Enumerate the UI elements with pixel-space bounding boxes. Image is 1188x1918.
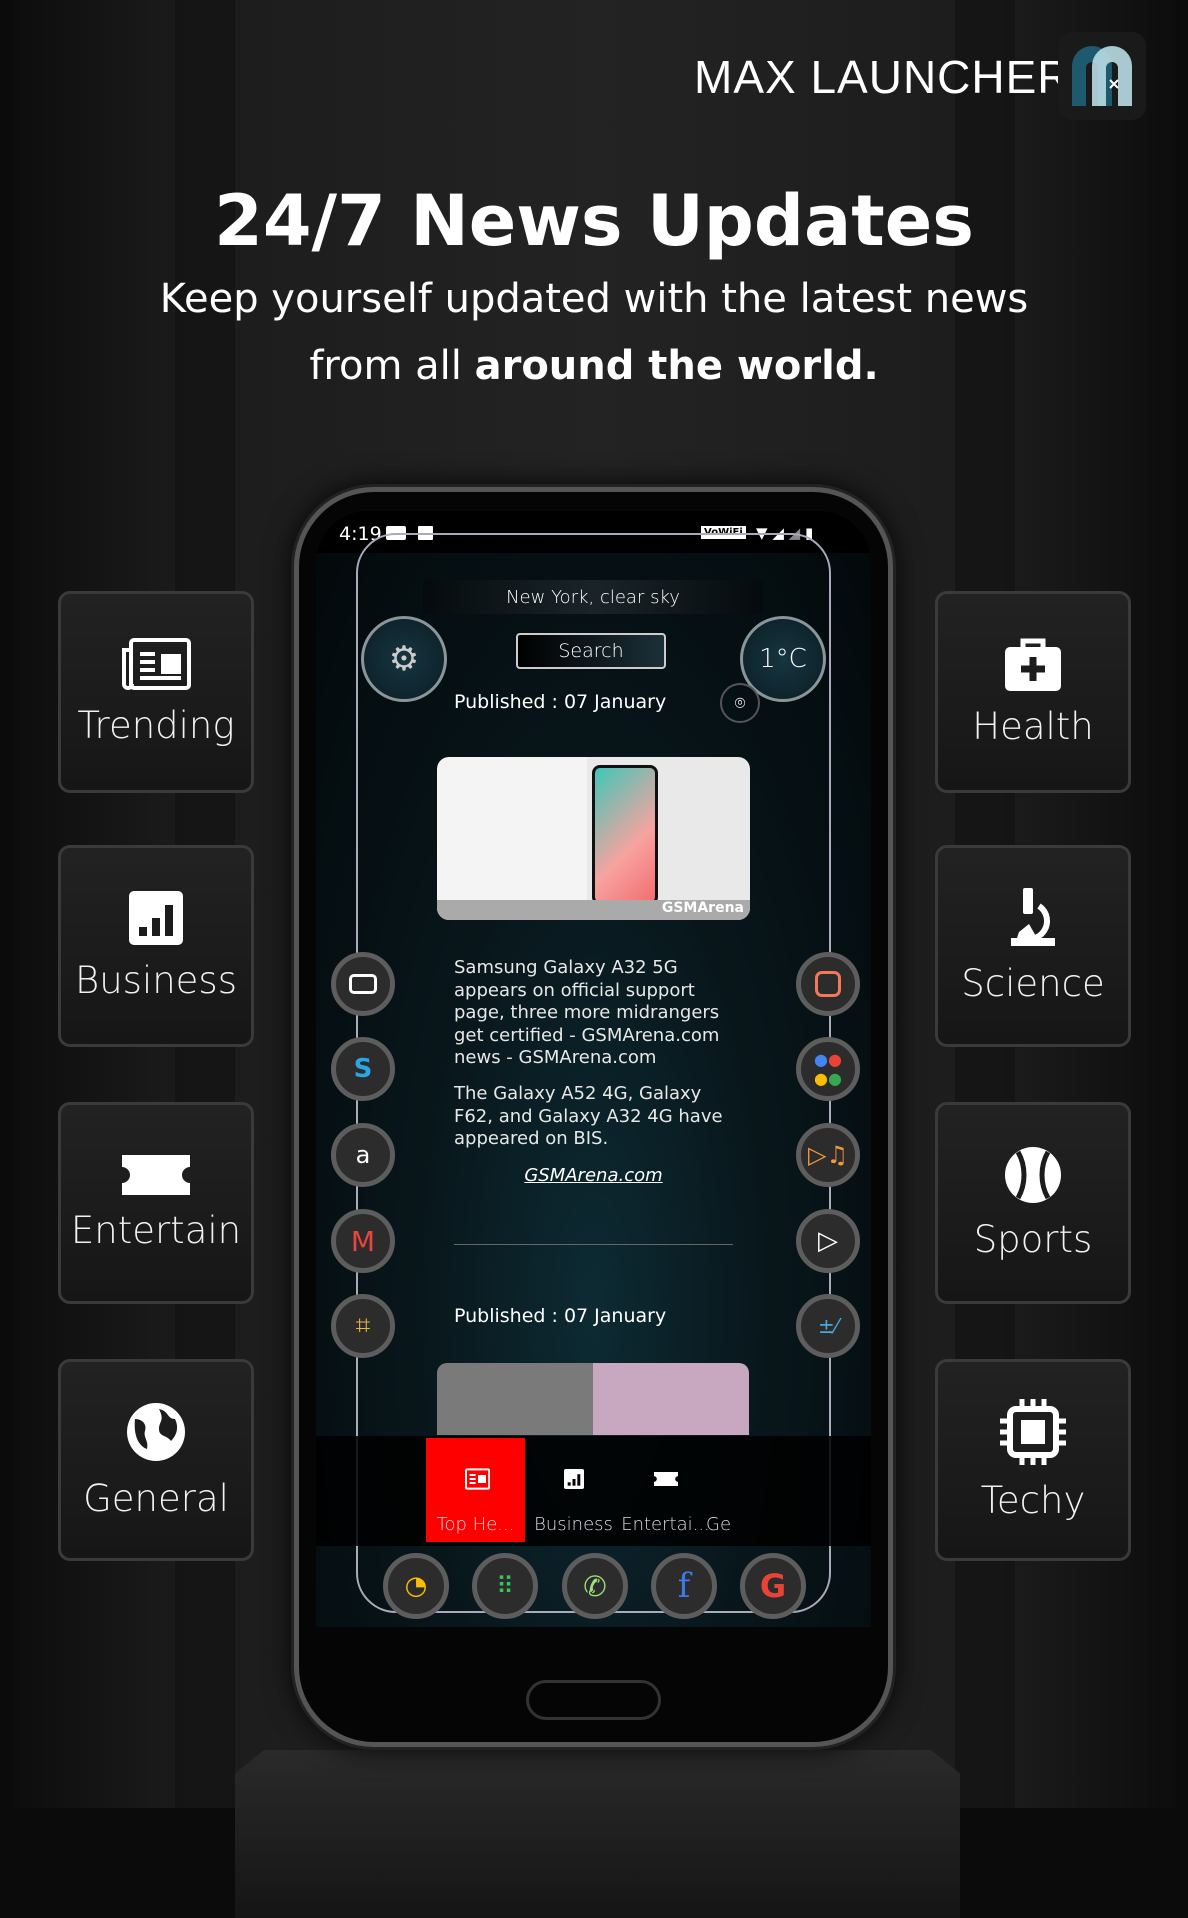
ticket-icon xyxy=(653,1471,678,1487)
hero-title: 24/7 News Updates xyxy=(214,180,974,262)
chip-icon xyxy=(1000,1398,1066,1465)
play-store-icon: ▷ xyxy=(818,1226,838,1256)
tile-label: Health xyxy=(972,704,1094,748)
bar-chart-icon xyxy=(129,890,183,945)
app-assistant[interactable]: ●● ●● xyxy=(796,1037,860,1101)
image-watermark: GSMArena xyxy=(437,900,750,920)
tab-entertainment[interactable]: Entertai... xyxy=(616,1438,715,1542)
facebook-icon: f xyxy=(677,1566,691,1606)
weather-text: New York, clear sky xyxy=(506,586,680,608)
dock-whatsapp[interactable]: ✆ xyxy=(562,1553,628,1619)
settings-button[interactable]: ⚙ xyxy=(361,616,447,702)
article-headline[interactable]: Samsung Galaxy A32 5G appears on officia… xyxy=(454,957,744,1070)
tile-techy[interactable]: Techy xyxy=(935,1359,1131,1561)
article-source-link[interactable]: GSMArena.com xyxy=(454,1165,733,1186)
tile-label: Techy xyxy=(980,1478,1086,1522)
search-button[interactable]: Search xyxy=(516,633,666,669)
assistant-icon: ●● ●● xyxy=(814,1050,842,1088)
tile-label: Sports xyxy=(973,1217,1093,1261)
calculator-icon: ±⁄ xyxy=(817,1314,839,1338)
baseball-icon xyxy=(1005,1146,1061,1203)
dock-google-maps[interactable]: ◔ xyxy=(383,1553,449,1619)
newspaper-icon xyxy=(464,1468,490,1490)
subtitle-bold: around the world. xyxy=(474,343,879,389)
tab-top-headlines[interactable]: Top He... xyxy=(426,1438,525,1542)
pedestal xyxy=(235,1750,960,1918)
music-icon: ▷♫ xyxy=(808,1141,848,1169)
amazon-icon: a xyxy=(355,1141,371,1169)
divider xyxy=(454,1244,733,1245)
dock-google[interactable]: G xyxy=(740,1553,806,1619)
hero-subtitle-2: from all around the world. xyxy=(0,343,1188,389)
tile-general[interactable]: General xyxy=(58,1359,254,1561)
chip-app-icon: ⌗ xyxy=(355,1310,371,1341)
max-launcher-logo xyxy=(1058,32,1146,120)
tab-label: Entertai... xyxy=(621,1514,710,1535)
hero-subtitle: Keep yourself updated with the latest ne… xyxy=(159,276,1029,322)
tile-health[interactable]: Health xyxy=(935,591,1131,793)
app-play-store[interactable]: ▷ xyxy=(796,1209,860,1273)
gear-icon: ⚙ xyxy=(388,639,420,679)
phone-dialer-icon: ⠿ xyxy=(496,1572,514,1600)
location-pin-icon: ⌾ xyxy=(734,692,746,714)
phone-photo xyxy=(592,765,658,905)
globe-icon xyxy=(127,1402,185,1461)
microscope-icon xyxy=(1011,887,1055,946)
google-icon: G xyxy=(759,1567,787,1605)
google-maps-icon: ◔ xyxy=(404,1571,428,1601)
tile-entertain[interactable]: Entertain xyxy=(58,1102,254,1304)
app-chip[interactable]: ⌗ xyxy=(331,1294,395,1358)
tab-general[interactable]: Ge xyxy=(706,1438,746,1542)
article-summary: The Galaxy A52 4G, Galaxy F62, and Galax… xyxy=(454,1083,723,1149)
tile-label: Science xyxy=(961,961,1105,1005)
tile-sports[interactable]: Sports xyxy=(935,1102,1131,1304)
app-camera[interactable] xyxy=(331,952,395,1016)
tab-label: Business xyxy=(534,1514,613,1535)
search-label: Search xyxy=(558,640,624,662)
dock-phone[interactable]: ⠿ xyxy=(472,1553,538,1619)
app-amazon[interactable]: a xyxy=(331,1123,395,1187)
app-shazam[interactable]: S xyxy=(331,1037,395,1101)
app-calculator[interactable]: ±⁄ xyxy=(796,1294,860,1358)
published-date: Published : 07 January xyxy=(454,691,667,713)
tile-science[interactable]: Science xyxy=(935,845,1131,1047)
gmail-icon: M xyxy=(350,1224,376,1258)
home-button[interactable] xyxy=(526,1680,661,1720)
tile-label: General xyxy=(83,1476,229,1520)
tab-label: Top He... xyxy=(436,1514,515,1535)
camera-icon xyxy=(349,974,377,994)
medical-kit-icon xyxy=(1005,638,1061,691)
shazam-icon: S xyxy=(353,1054,373,1084)
app-instagram[interactable] xyxy=(796,952,860,1016)
location-button[interactable]: ⌾ xyxy=(720,683,760,723)
ticket-icon xyxy=(122,1154,190,1195)
tile-business[interactable]: Business xyxy=(58,845,254,1047)
newspaper-icon xyxy=(122,637,191,690)
article-image[interactable]: GSMArena xyxy=(437,757,750,920)
app-gmail[interactable]: M xyxy=(331,1209,395,1273)
temperature-value: 1°C xyxy=(759,644,807,674)
tile-label: Business xyxy=(74,958,237,1002)
tile-label: Entertain xyxy=(70,1208,242,1252)
instagram-icon xyxy=(815,971,841,997)
article-image-cricket[interactable] xyxy=(437,1363,749,1435)
dock-facebook[interactable]: f xyxy=(651,1553,717,1619)
tab-business[interactable]: Business xyxy=(524,1438,623,1542)
whatsapp-icon: ✆ xyxy=(583,1569,607,1603)
brand-name: MAX LAUNCHER xyxy=(694,51,1072,103)
bar-chart-icon xyxy=(563,1469,584,1489)
phone-screen: 4:19 VoWiFi ▼ ◢ ◢ ▮ New York, clear sky … xyxy=(316,511,871,1627)
tile-label: Trending xyxy=(77,703,235,747)
tile-trending[interactable]: Trending xyxy=(58,591,254,793)
subtitle-text: from all xyxy=(309,343,475,389)
published-date: Published : 07 January xyxy=(454,1305,667,1327)
weather-bar[interactable]: New York, clear sky xyxy=(423,580,763,614)
tab-label: Ge xyxy=(706,1514,732,1535)
app-music[interactable]: ▷♫ xyxy=(796,1123,860,1187)
